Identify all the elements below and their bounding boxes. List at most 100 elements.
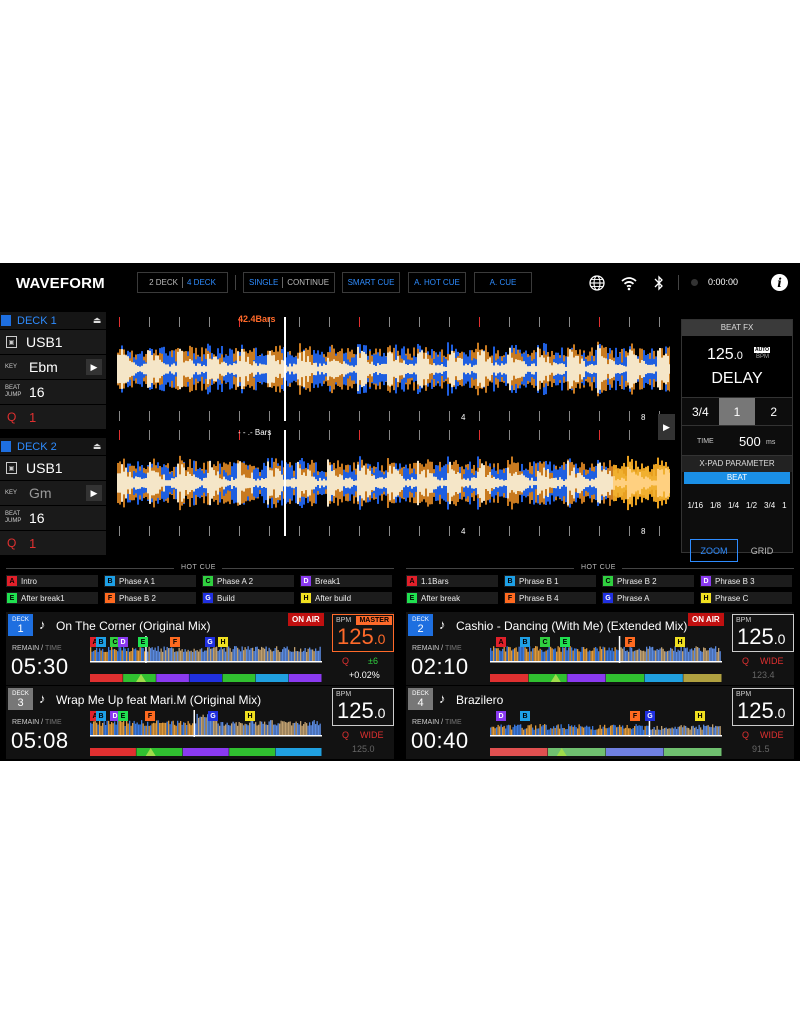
hot-cue-item[interactable]: H After build [300, 592, 392, 604]
play-mode-button[interactable]: SINGLE CONTINUE [243, 272, 335, 293]
overview-cue-marker[interactable]: D [118, 637, 128, 647]
beat-fx-display[interactable]: 125.0 AUTO BPM DELAY [682, 336, 792, 398]
overview-cue-marker[interactable]: C [540, 637, 550, 647]
xpad-value[interactable]: 1/2 [746, 501, 757, 510]
overview-cue-marker[interactable]: G [645, 711, 655, 721]
overview-cue-marker[interactable]: E [560, 637, 570, 647]
waveform-bar [535, 480, 537, 486]
overview-cue-marker[interactable]: G [205, 637, 215, 647]
deck1-source-row[interactable]: ▣ USB1 [0, 329, 106, 354]
hot-cue-item[interactable]: C Phrase B 2 [602, 575, 694, 587]
panel-toggle-arrow-icon[interactable]: ▶ [658, 414, 675, 440]
overview-cue-marker[interactable]: F [170, 637, 180, 647]
overview-wave-bar [243, 650, 245, 661]
eject-icon[interactable]: ⏏ [88, 441, 106, 452]
overview-cue-marker[interactable]: B [96, 637, 106, 647]
overview-cue-marker[interactable]: H [245, 711, 255, 721]
hot-cue-item[interactable]: G Phrase A [602, 592, 694, 604]
key-arrow-icon[interactable]: ▶ [86, 359, 102, 375]
time-display[interactable]: 05:30 [11, 654, 69, 680]
deck2-header[interactable]: DECK 2 ⏏ [0, 438, 106, 455]
overview-cue-marker[interactable]: G [208, 711, 218, 721]
overview-cue-marker[interactable]: H [695, 711, 705, 721]
hot-cue-item[interactable]: D Phrase B 3 [700, 575, 792, 587]
overview-cue-marker[interactable]: H [218, 637, 228, 647]
deck-2-strip[interactable]: DECK 2 ♪ Cashio - Dancing (With Me) (Exte… [406, 612, 794, 685]
overview-cue-marker[interactable]: F [145, 711, 155, 721]
deck-mode-button[interactable]: 2 DECK 4 DECK [137, 272, 228, 293]
time-display[interactable]: 05:08 [11, 728, 69, 754]
hot-cue-item[interactable]: C Phase A 2 [202, 575, 294, 587]
tempo-range[interactable]: ±6 [368, 656, 378, 666]
tempo-range[interactable]: WIDE [760, 730, 784, 740]
time-display[interactable]: 02:10 [411, 654, 469, 680]
overview-wave-bar [653, 727, 655, 735]
eject-icon[interactable]: ⏏ [88, 315, 106, 326]
zoom-button[interactable]: ZOOM [690, 539, 738, 562]
deck1-header[interactable]: DECK 1 ⏏ [0, 312, 106, 329]
waveform-bar [297, 461, 299, 505]
xpad-value[interactable]: 1/4 [728, 501, 739, 510]
hot-cue-item[interactable]: A 1.1Bars [406, 575, 498, 587]
overview-wave-bar [153, 722, 155, 735]
smart-cue-button[interactable]: SMART CUE [342, 272, 400, 293]
overview-cue-marker[interactable]: B [520, 711, 530, 721]
deck2-waveform[interactable] [117, 430, 670, 536]
deck1-waveform[interactable] [117, 317, 670, 421]
deck-3-strip[interactable]: DECK 3 ♪ Wrap Me Up feat Mari.M (Original… [6, 686, 394, 759]
waveform-bar [501, 363, 503, 375]
overview-wave-bar [228, 725, 230, 735]
overview-cue-marker[interactable]: B [96, 711, 106, 721]
deck2-quantize-row[interactable]: Q 1 [0, 530, 106, 555]
overview-wave-bar [114, 721, 116, 735]
beat-grid-tick [359, 411, 360, 421]
overview-wave-bar [685, 725, 687, 735]
hot-cue-item[interactable]: F Phrase B 4 [504, 592, 596, 604]
hot-cue-item[interactable]: A Intro [6, 575, 98, 587]
waveform-bar [455, 473, 457, 493]
hot-cue-item[interactable]: D Break1 [300, 575, 392, 587]
overview-cue-marker[interactable]: B [520, 637, 530, 647]
tempo-range[interactable]: WIDE [360, 730, 384, 740]
deck-4-strip[interactable]: DECK 4 ♪ Brazilero REMAIN / TIME 00:40 BP… [406, 686, 794, 759]
xpad-value[interactable]: 3/4 [764, 501, 775, 510]
deck-1-strip[interactable]: DECK 1 ♪ On The Corner (Original Mix) ON … [6, 612, 394, 685]
xpad-value[interactable]: 1/8 [710, 501, 721, 510]
xpad-value[interactable]: 1/16 [687, 501, 703, 510]
fx-beat-1[interactable]: 1 [718, 398, 756, 425]
beat-grid-tick [179, 430, 180, 440]
tempo-range[interactable]: WIDE [760, 656, 784, 666]
info-icon[interactable]: i [771, 274, 788, 291]
overview-wave-bar [262, 647, 264, 661]
bpm-box: BPM 125.0 [732, 688, 794, 726]
xpad-value[interactable]: 1 [782, 501, 786, 510]
overview-cue-marker[interactable]: F [630, 711, 640, 721]
hot-cue-item[interactable]: E After break [406, 592, 498, 604]
overview-cue-marker[interactable]: E [138, 637, 148, 647]
auto-hot-cue-button[interactable]: A. HOT CUE [408, 272, 466, 293]
hot-cue-item[interactable]: E After break1 [6, 592, 98, 604]
overview-wave-bar [127, 723, 129, 735]
grid-button[interactable]: GRID [742, 539, 782, 562]
overview-cue-marker[interactable]: F [625, 637, 635, 647]
time-display[interactable]: 00:40 [411, 728, 469, 754]
fx-beat-2[interactable]: 2 [755, 398, 792, 425]
fx-beat-3-4[interactable]: 3/4 [682, 398, 719, 425]
overview-cue-marker[interactable]: A [496, 637, 506, 647]
deck2-source-row[interactable]: ▣ USB1 [0, 455, 106, 480]
xpad-mode[interactable]: BEAT [684, 472, 790, 484]
hot-cue-item[interactable]: F Phase B 2 [104, 592, 196, 604]
globe-icon[interactable] [588, 274, 606, 292]
auto-cue-button[interactable]: A. CUE [474, 272, 532, 293]
overview-cue-marker[interactable]: D [496, 711, 506, 721]
overview-wave-bar [123, 720, 125, 735]
hot-cue-item[interactable]: H Phrase C [700, 592, 792, 604]
waveform-bar [487, 474, 489, 492]
hot-cue-item[interactable]: B Phrase B 1 [504, 575, 596, 587]
hot-cue-item[interactable]: G Build [202, 592, 294, 604]
hot-cue-item[interactable]: B Phase A 1 [104, 575, 196, 587]
overview-cue-marker[interactable]: H [675, 637, 685, 647]
key-arrow-icon[interactable]: ▶ [86, 485, 102, 501]
overview-cue-marker[interactable]: E [118, 711, 128, 721]
deck1-quantize-row[interactable]: Q 1 [0, 404, 106, 429]
